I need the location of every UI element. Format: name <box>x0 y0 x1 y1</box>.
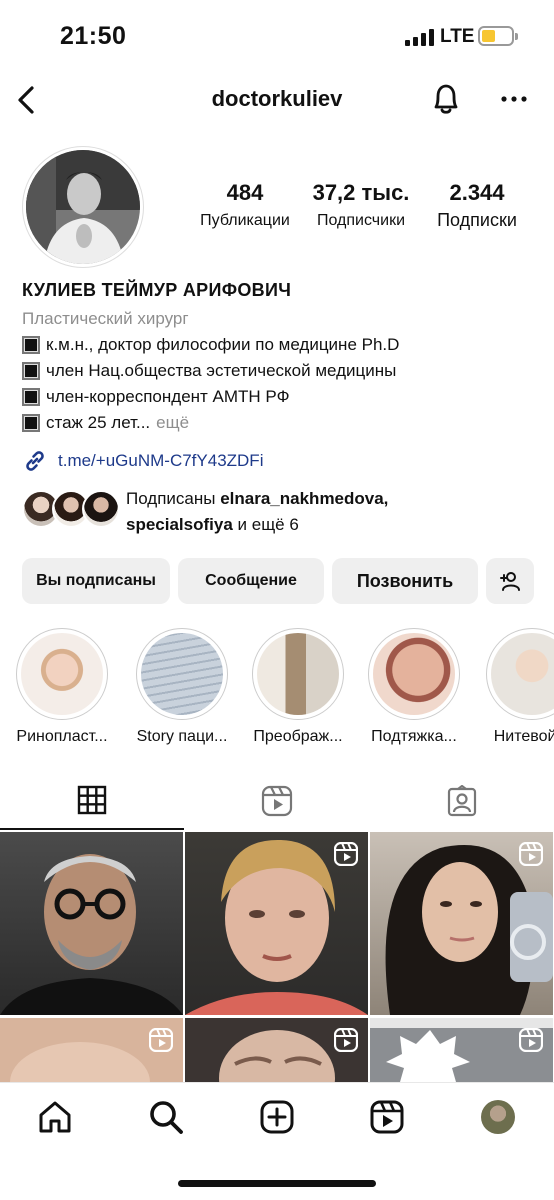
search-icon <box>150 1101 183 1134</box>
tab-posts[interactable] <box>0 772 184 830</box>
followers-stat[interactable]: 37,2 тыс. Подписчики <box>308 180 414 230</box>
highlight-cover <box>368 628 460 720</box>
bio-line: член-корреспондент АМТН РФ <box>22 386 542 407</box>
highlight-label: Подтяжка... <box>371 728 457 745</box>
reel-badge-icon <box>519 842 543 866</box>
profile-actions: Вы подписаны Сообщение Позвонить <box>22 558 534 604</box>
story-highlights: Ринопласт... Story паци... Преображ... П… <box>0 628 554 758</box>
status-time: 21:50 <box>60 22 127 50</box>
nav-create[interactable] <box>257 1097 297 1137</box>
bio-text: к.м.н., доктор философии по медицине Ph.… <box>46 334 400 354</box>
posts-label: Публикации <box>200 212 290 229</box>
following-stat[interactable]: 2.344 Подписки <box>424 180 530 231</box>
reel-badge-icon <box>334 1028 358 1052</box>
post-thumbnail[interactable] <box>185 832 368 1015</box>
black-square-icon <box>22 361 40 380</box>
followed-by[interactable]: Подписаны elnara_nakhmedova, specialsofi… <box>22 486 542 538</box>
bio-text: член Нац.общества эстетической медицины <box>46 360 397 380</box>
highlight-label: Преображ... <box>253 728 343 745</box>
add-person-icon <box>500 572 520 591</box>
following-button[interactable]: Вы подписаны <box>22 558 170 604</box>
battery-icon <box>478 26 518 46</box>
highlight-label: Ринопласт... <box>16 728 108 745</box>
tagged-person-icon <box>447 785 477 817</box>
bio-more-link[interactable]: ещё <box>156 413 189 433</box>
tab-tagged[interactable] <box>370 772 554 830</box>
link-chain-icon <box>22 448 48 474</box>
more-dots-icon[interactable] <box>498 86 530 112</box>
grid-icon <box>77 785 107 815</box>
reel-badge-icon <box>334 842 358 866</box>
follower-avatar <box>82 490 120 528</box>
bio-text: член-корреспондент АМТН РФ <box>46 386 290 406</box>
profile-name: КУЛИЕВ ТЕЙМУР АРИФОВИЧ <box>22 280 292 300</box>
black-square-icon <box>22 387 40 406</box>
post-thumbnail[interactable] <box>370 832 553 1015</box>
home-indicator <box>178 1180 376 1187</box>
followed-by-text: Подписаны elnara_nakhmedova, specialsofi… <box>126 486 526 538</box>
posts-count: 484 <box>226 180 264 205</box>
post-thumbnail[interactable] <box>370 1018 553 1082</box>
profile-tabs <box>0 772 554 830</box>
posts-grid <box>0 832 554 1082</box>
followed-by-user: specialsofiya <box>126 515 233 534</box>
posts-stat[interactable]: 484 Публикации <box>190 180 300 230</box>
black-square-icon <box>22 335 40 354</box>
network-type: LTE <box>440 26 475 47</box>
profile-bio: КУЛИЕВ ТЕЙМУР АРИФОВИЧ Пластический хиру… <box>22 280 542 433</box>
highlight-label: Story паци... <box>136 728 228 745</box>
post-thumbnail[interactable] <box>185 1018 368 1082</box>
followed-by-suffix: и ещё 6 <box>237 515 299 534</box>
bio-line: к.м.н., доктор философии по медицине Ph.… <box>22 334 542 355</box>
highlight-cover <box>136 628 228 720</box>
highlight-label: Нитевой л <box>493 728 554 745</box>
home-icon <box>39 1101 71 1133</box>
call-button[interactable]: Позвонить <box>332 558 478 604</box>
followers-count: 37,2 тыс. <box>312 180 410 205</box>
reels-icon <box>261 785 293 817</box>
reel-badge-icon <box>149 1028 173 1052</box>
message-button[interactable]: Сообщение <box>178 558 324 604</box>
tab-reels[interactable] <box>185 772 369 830</box>
profile-link[interactable]: t.me/+uGuNM-C7fY43ZDFi <box>22 448 263 474</box>
highlight-cover <box>252 628 344 720</box>
nav-search[interactable] <box>146 1097 186 1137</box>
reels-icon <box>370 1100 404 1134</box>
highlight-cover <box>16 628 108 720</box>
highlight-cover <box>486 628 554 720</box>
create-plus-icon <box>260 1100 294 1134</box>
followed-by-user: elnara_nakhmedova, <box>220 489 389 508</box>
bio-line: член Нац.общества эстетической медицины <box>22 360 542 381</box>
profile-category: Пластический хирург <box>22 309 189 328</box>
link-text: t.me/+uGuNM-C7fY43ZDFi <box>58 451 264 470</box>
followed-by-prefix: Подписаны <box>126 489 216 508</box>
following-label: Подписки <box>437 210 517 230</box>
nav-reels[interactable] <box>367 1097 407 1137</box>
followers-label: Подписчики <box>316 212 405 229</box>
black-square-icon <box>22 413 40 432</box>
highlight-item[interactable]: Story паци... <box>126 628 238 746</box>
following-count: 2.344 <box>449 180 505 205</box>
profile-stats: 484 Публикации 37,2 тыс. Подписчики 2.34… <box>190 180 530 240</box>
profile-avatar[interactable] <box>22 146 144 268</box>
highlight-item[interactable]: Ринопласт... <box>6 628 118 746</box>
bell-icon[interactable] <box>428 80 464 118</box>
highlight-item[interactable]: Подтяжка... <box>358 628 470 746</box>
post-thumbnail[interactable] <box>0 832 183 1015</box>
top-nav: doctorkuliev <box>0 72 554 128</box>
highlight-item[interactable]: Преображ... <box>242 628 354 746</box>
post-thumbnail[interactable] <box>0 1018 183 1082</box>
avatar-photo <box>26 150 140 264</box>
nav-home[interactable] <box>35 1097 75 1137</box>
highlight-item[interactable]: Нитевой л <box>476 628 554 746</box>
status-bar: 21:50 LTE <box>0 0 554 72</box>
bio-line: стаж 25 лет... ещё <box>22 412 542 433</box>
reel-badge-icon <box>519 1028 543 1052</box>
suggested-users-button[interactable] <box>486 558 534 604</box>
nav-profile[interactable] <box>478 1097 518 1137</box>
bio-text: стаж 25 лет... <box>46 412 151 432</box>
profile-avatar-small <box>481 1100 515 1134</box>
cellular-signal-icon <box>405 28 434 46</box>
profile-handle: doctorkuliev <box>211 86 343 111</box>
